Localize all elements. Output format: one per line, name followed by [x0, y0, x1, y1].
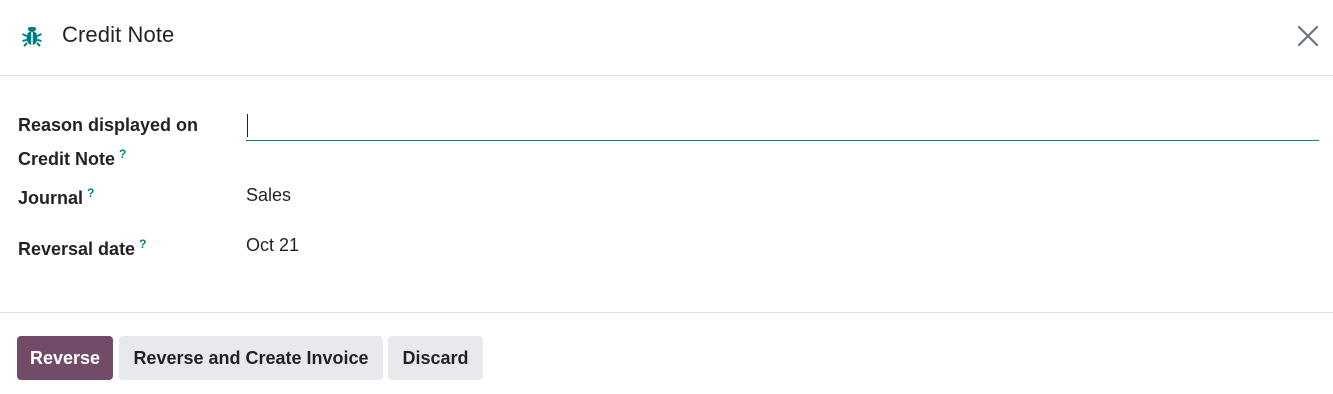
journal-help-icon[interactable]: ? [87, 186, 94, 200]
dialog-title: Credit Note [62, 22, 175, 47]
reason-label: Reason displayed on Credit Note? [18, 111, 228, 174]
reason-help-icon[interactable]: ? [119, 147, 126, 161]
dialog-footer: Reverse Reverse and Create Invoice Disca… [0, 312, 1333, 394]
reverse-button[interactable]: Reverse [17, 336, 113, 380]
dialog-header: Credit Note [0, 0, 1333, 76]
discard-button[interactable]: Discard [388, 336, 483, 380]
reverse-and-create-invoice-button[interactable]: Reverse and Create Invoice [119, 336, 383, 380]
close-icon[interactable] [1296, 24, 1320, 48]
reversal-date-value[interactable]: Oct 21 [246, 235, 299, 256]
text-cursor [247, 114, 248, 137]
reversal-date-help-icon[interactable]: ? [139, 237, 146, 251]
reason-input[interactable] [246, 111, 1319, 141]
credit-note-dialog: Credit Note Reason displayed on Credit N… [0, 0, 1333, 394]
reason-label-text: Reason displayed on Credit Note [18, 115, 199, 169]
journal-label: Journal? [18, 179, 94, 213]
reversal-date-label-text: Reversal date [18, 239, 136, 259]
reversal-date-label: Reversal date? [18, 230, 146, 264]
journal-label-text: Journal [18, 188, 84, 208]
bug-icon [22, 27, 42, 47]
journal-value[interactable]: Sales [246, 185, 291, 206]
